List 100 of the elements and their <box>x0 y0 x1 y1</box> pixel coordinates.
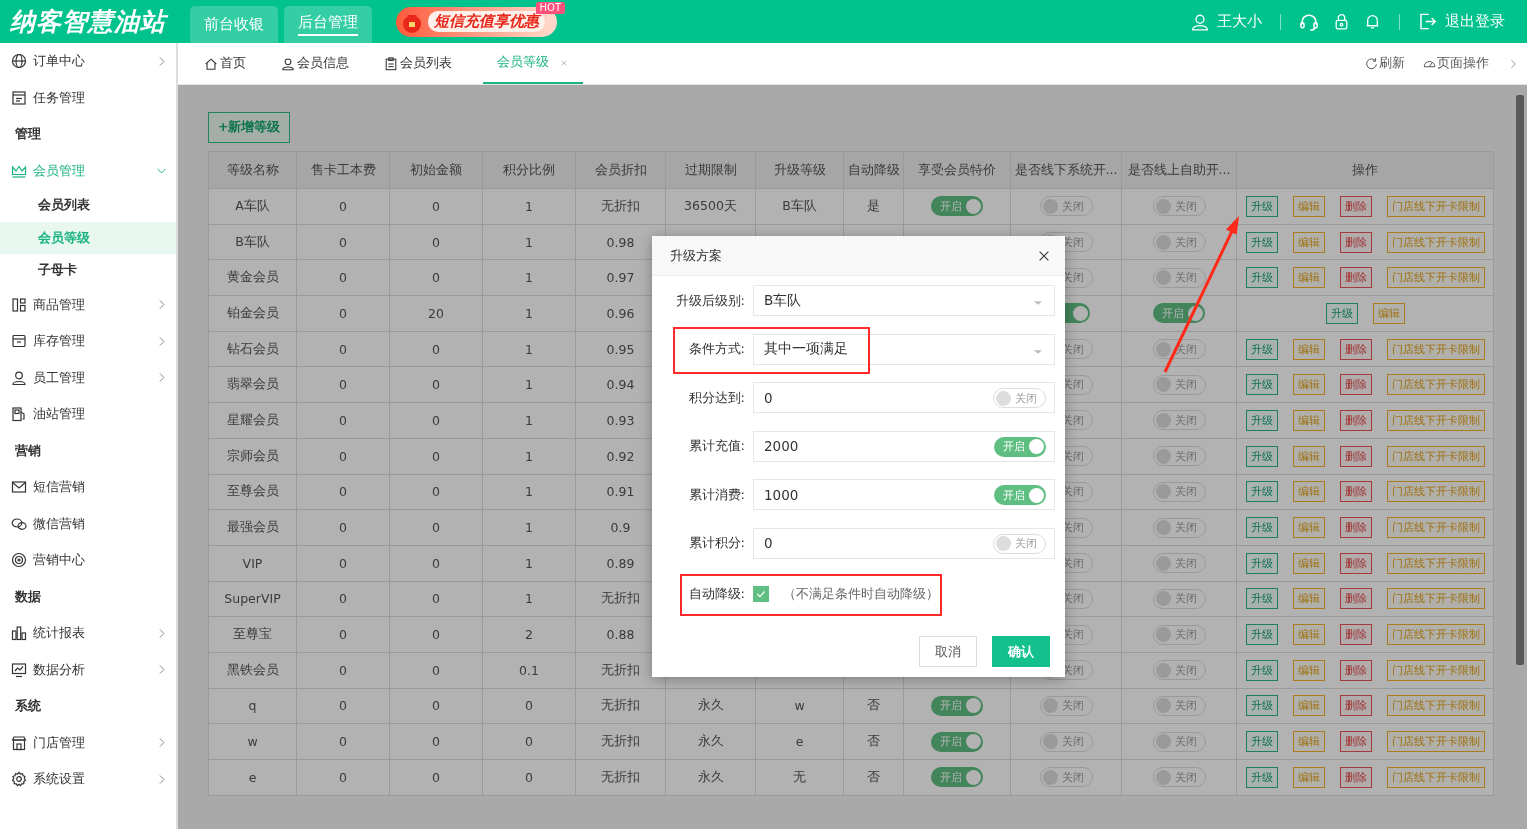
toggle-switch[interactable]: 关闭 <box>1152 196 1206 217</box>
limit-button[interactable]: 门店线下开卡限制 <box>1386 588 1485 610</box>
cancel-button[interactable]: 取消 <box>919 636 977 667</box>
upgrade-button[interactable]: 升级 <box>1245 195 1278 217</box>
upgrade-button[interactable]: 升级 <box>1245 409 1278 431</box>
toggle-switch[interactable]: 关闭 <box>1152 481 1206 502</box>
upgrade-button[interactable]: 升级 <box>1245 624 1278 646</box>
toggle-switch[interactable]: 关闭 <box>1152 232 1206 253</box>
delete-button[interactable]: 删除 <box>1339 374 1372 396</box>
delete-button[interactable]: 删除 <box>1339 195 1372 217</box>
edit-button[interactable]: 编辑 <box>1292 588 1325 610</box>
delete-button[interactable]: 删除 <box>1339 552 1372 574</box>
input-field[interactable]: 0 关闭 <box>753 527 1055 559</box>
toggle-switch[interactable]: 关闭 <box>1152 267 1206 288</box>
sidebar-item[interactable]: 油站管理 <box>0 396 176 433</box>
upgrade-button[interactable]: 升级 <box>1245 588 1278 610</box>
delete-button[interactable]: 删除 <box>1339 731 1372 753</box>
sidebar-item[interactable]: 营销中心 <box>0 542 176 579</box>
upgrade-button[interactable]: 升级 <box>1245 338 1278 360</box>
edit-button[interactable]: 编辑 <box>1292 231 1325 253</box>
delete-button[interactable]: 删除 <box>1339 624 1372 646</box>
toggle-switch[interactable]: 开启 <box>931 196 983 217</box>
toggle-switch[interactable]: 开启 <box>931 767 983 788</box>
limit-button[interactable]: 门店线下开卡限制 <box>1386 338 1485 360</box>
toolbar-button[interactable]: 页面操作 <box>1423 55 1489 72</box>
toolbar-button[interactable]: 刷新 <box>1365 55 1405 72</box>
sidebar-item[interactable]: 商品管理 <box>0 286 176 323</box>
toggle-switch[interactable]: 关闭 <box>1152 660 1206 681</box>
toggle-switch[interactable]: 关闭 <box>1152 695 1206 716</box>
limit-button[interactable]: 门店线下开卡限制 <box>1386 695 1485 717</box>
toggle-switch[interactable]: 开启 <box>994 485 1046 505</box>
toggle-switch[interactable]: 开启 <box>931 695 983 716</box>
edit-button[interactable]: 编辑 <box>1292 195 1325 217</box>
user-menu[interactable]: 王大小 <box>1191 12 1262 31</box>
sidebar-subitem[interactable]: 会员列表 <box>0 189 176 222</box>
toggle-switch[interactable]: 关闭 <box>1039 196 1093 217</box>
input-field[interactable]: 2000 开启 <box>753 430 1055 462</box>
delete-button[interactable]: 删除 <box>1339 409 1372 431</box>
upgrade-button[interactable]: 升级 <box>1245 695 1278 717</box>
edit-button[interactable]: 编辑 <box>1292 695 1325 717</box>
upgrade-button[interactable]: 升级 <box>1245 552 1278 574</box>
limit-button[interactable]: 门店线下开卡限制 <box>1386 624 1485 646</box>
limit-button[interactable]: 门店线下开卡限制 <box>1386 517 1485 539</box>
limit-button[interactable]: 门店线下开卡限制 <box>1386 267 1485 289</box>
sidebar-item[interactable]: 系统设置 <box>0 761 176 798</box>
toggle-switch[interactable]: 关闭 <box>993 388 1046 408</box>
sidebar-item[interactable]: 微信营销 <box>0 505 176 542</box>
toggle-switch[interactable]: 关闭 <box>1152 374 1206 395</box>
delete-button[interactable]: 删除 <box>1339 338 1372 360</box>
toggle-switch[interactable]: 关闭 <box>1152 588 1206 609</box>
edit-button[interactable]: 编辑 <box>1292 731 1325 753</box>
checkbox[interactable] <box>753 585 769 602</box>
delete-button[interactable]: 删除 <box>1339 766 1372 788</box>
sidebar-item[interactable]: 短信营销 <box>0 469 176 506</box>
toggle-switch[interactable]: 关闭 <box>1039 695 1093 716</box>
edit-button[interactable]: 编辑 <box>1292 374 1325 396</box>
delete-button[interactable]: 删除 <box>1339 588 1372 610</box>
upgrade-button[interactable]: 升级 <box>1245 267 1278 289</box>
delete-button[interactable]: 删除 <box>1339 231 1372 253</box>
sidebar-item[interactable]: 订单中心 <box>0 43 176 80</box>
nav-tab[interactable]: 后台管理 <box>284 6 372 43</box>
page-tab[interactable]: 会员信息 <box>277 43 366 84</box>
logout-button[interactable]: 退出登录 <box>1418 12 1505 31</box>
edit-button[interactable]: 编辑 <box>1292 552 1325 574</box>
toggle-switch[interactable]: 开启 <box>994 436 1046 457</box>
limit-button[interactable]: 门店线下开卡限制 <box>1386 445 1485 467</box>
limit-button[interactable]: 门店线下开卡限制 <box>1386 231 1485 253</box>
upgrade-button[interactable]: 升级 <box>1245 659 1278 681</box>
toggle-switch[interactable]: 关闭 <box>993 533 1046 554</box>
edit-button[interactable]: 编辑 <box>1292 267 1325 289</box>
delete-button[interactable]: 删除 <box>1339 517 1372 539</box>
edit-button[interactable]: 编辑 <box>1292 766 1325 788</box>
limit-button[interactable]: 门店线下开卡限制 <box>1386 731 1485 753</box>
sidebar-item[interactable]: 门店管理 <box>0 724 176 761</box>
page-tab[interactable]: 会员列表 <box>380 43 469 84</box>
edit-button[interactable]: 编辑 <box>1292 624 1325 646</box>
edit-button[interactable]: 编辑 <box>1292 409 1325 431</box>
delete-button[interactable]: 删除 <box>1339 695 1372 717</box>
edit-button[interactable]: 编辑 <box>1292 659 1325 681</box>
add-level-button[interactable]: +新增等级 <box>208 112 291 143</box>
sidebar-item[interactable]: 库存管理 <box>0 323 176 360</box>
upgrade-button[interactable]: 升级 <box>1245 231 1278 253</box>
toggle-switch[interactable]: 关闭 <box>1039 767 1093 788</box>
upgrade-button[interactable]: 升级 <box>1245 766 1278 788</box>
sidebar-item[interactable]: 员工管理 <box>0 359 176 396</box>
toggle-switch[interactable]: 关闭 <box>1152 553 1206 574</box>
toggle-switch[interactable]: 关闭 <box>1152 446 1206 467</box>
sidebar-item[interactable]: 统计报表 <box>0 615 176 652</box>
select-field[interactable]: 其中一项满足 <box>753 333 1055 365</box>
edit-button[interactable]: 编辑 <box>1292 338 1325 360</box>
confirm-button[interactable]: 确认 <box>992 636 1050 667</box>
limit-button[interactable]: 门店线下开卡限制 <box>1386 195 1485 217</box>
edit-button[interactable]: 编辑 <box>1292 517 1325 539</box>
input-field[interactable]: 1000 开启 <box>753 479 1055 510</box>
sidebar-item[interactable]: 任务管理 <box>0 79 176 116</box>
input-field[interactable]: 0 关闭 <box>753 382 1055 413</box>
delete-button[interactable]: 删除 <box>1339 267 1372 289</box>
limit-button[interactable]: 门店线下开卡限制 <box>1386 374 1485 396</box>
upgrade-button[interactable]: 升级 <box>1245 374 1278 396</box>
upgrade-button[interactable]: 升级 <box>1245 481 1278 503</box>
